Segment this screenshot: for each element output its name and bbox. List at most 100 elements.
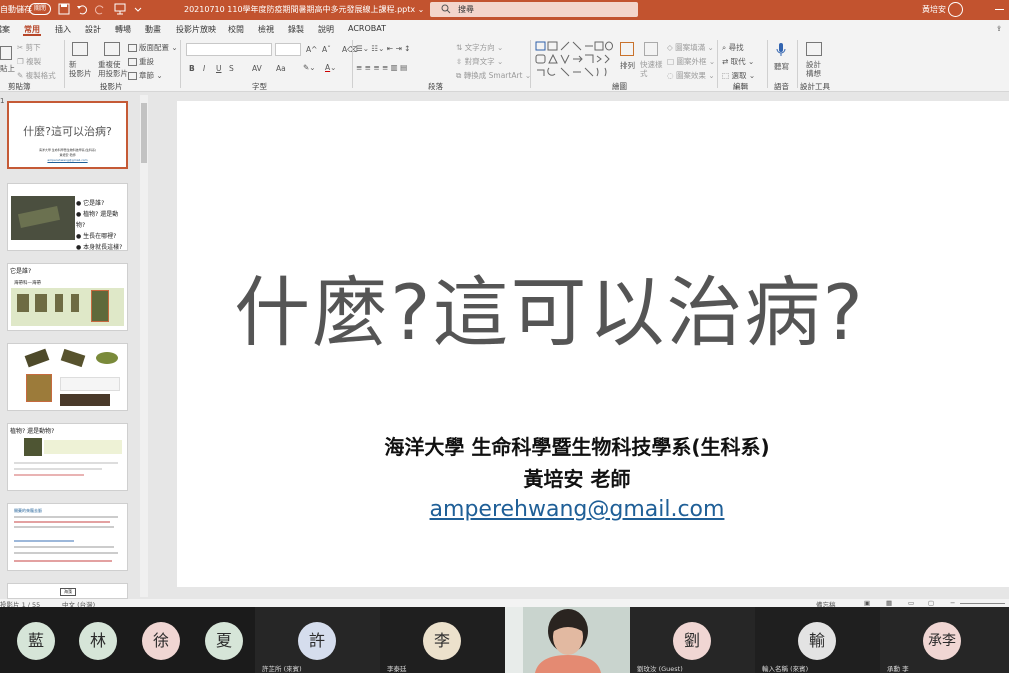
zoom-out-icon[interactable]: − <box>950 599 955 607</box>
slide-thumbnail-1[interactable]: 什麼?這可以治病? 海洋大學 生命科學暨生物科技學系(生科系) 黃培安 老師 a… <box>7 101 128 169</box>
slide-canvas[interactable]: 什麼?這可以治病? 海洋大學 生命科學暨生物科技學系(生科系) 黃培安 老師 a… <box>177 101 1009 587</box>
present-icon[interactable] <box>114 3 126 15</box>
slide-thumbnail-4[interactable] <box>7 343 128 411</box>
find-button[interactable]: ⌕ 尋找 <box>722 42 744 53</box>
group-label-voice: 語音 <box>774 82 789 91</box>
tab-record[interactable]: 錄製 <box>288 24 304 35</box>
shrink-font-icon[interactable]: Aˇ <box>322 45 331 54</box>
participant-avatar[interactable]: 藍 <box>17 622 55 660</box>
tab-help[interactable]: 說明 <box>318 24 334 35</box>
shape-effects-button[interactable]: ◌ 圖案效果 ⌄ <box>667 70 715 81</box>
search-box[interactable]: 搜尋 <box>430 2 638 17</box>
copy-button[interactable]: ❐ 複製 <box>17 56 41 67</box>
slide-number-1: 1 <box>0 97 5 105</box>
reuse-slides-button[interactable]: 重複使 用投影片 <box>98 60 128 78</box>
find-label: 尋找 <box>728 43 744 52</box>
slide-thumbnail-3[interactable]: 它是誰? 海帶科—海帶 <box>7 263 128 331</box>
sorter-view-icon[interactable]: ▦ <box>886 599 892 607</box>
change-case-button[interactable]: Aa <box>276 64 286 73</box>
undo-icon[interactable] <box>76 3 88 15</box>
char-spacing-button[interactable]: AV <box>252 64 262 73</box>
italic-button[interactable]: I <box>203 64 205 73</box>
replace-button[interactable]: ⇄ 取代 ⌄ <box>722 56 754 67</box>
reset-button[interactable]: 重設 <box>128 56 154 67</box>
strikethrough-button[interactable]: S <box>229 64 234 73</box>
smartart-button[interactable]: ⧉ 轉換成 SmartArt ⌄ <box>456 70 531 81</box>
participant-avatar[interactable]: 夏 <box>205 622 243 660</box>
slide-subtitle-line1[interactable]: 海洋大學 生命科學暨生物科技學系(生科系) <box>177 431 977 460</box>
align-text-button[interactable]: ⇳ 對齊文字 ⌄ <box>456 56 503 67</box>
autosave-toggle[interactable]: 關閉 <box>29 3 51 15</box>
dictate-button[interactable]: 聽寫 <box>774 61 789 72</box>
new-slide-button[interactable]: 新 投影片 <box>69 60 92 78</box>
reading-view-icon[interactable]: ▭ <box>908 599 914 607</box>
presenter-video[interactable] <box>505 607 630 673</box>
tab-file[interactable]: 檔案 <box>0 24 10 35</box>
tab-acrobat[interactable]: ACROBAT <box>348 24 386 33</box>
slide-title[interactable]: 什麼?這可以治病? <box>177 251 922 361</box>
participant-avatar[interactable]: 許 <box>298 622 336 660</box>
quick-styles-button[interactable]: 快速樣 式 <box>640 60 663 78</box>
select-button[interactable]: ⬚ 選取 ⌄ <box>722 70 755 81</box>
participant-avatar[interactable]: 徐 <box>142 622 180 660</box>
shapes-gallery[interactable] <box>535 40 613 78</box>
share-icon[interactable]: ⇪ <box>996 24 1002 33</box>
underline-button[interactable]: U <box>216 64 222 73</box>
slide-email-link[interactable]: amperehwang@gmail.com <box>177 497 977 522</box>
slide-subtitle-line2[interactable]: 黃培安 老師 <box>177 463 977 492</box>
user-avatar-icon[interactable] <box>948 2 963 17</box>
minimize-icon[interactable] <box>995 9 1004 10</box>
tab-transitions[interactable]: 轉場 <box>115 24 131 35</box>
arrange-icon[interactable] <box>620 42 636 56</box>
paste-icon[interactable] <box>0 46 14 60</box>
microphone-icon[interactable] <box>776 42 786 60</box>
participant-avatar[interactable]: 李 <box>423 622 461 660</box>
bullets-icon[interactable]: ☰⌄ ☷⌄ ⇤ ⇥ ↕ <box>356 44 410 53</box>
section-button[interactable]: 章節 ⌄ <box>128 70 163 81</box>
document-title[interactable]: 20210710 110學年度防疫期間暑期高中多元發展線上課程.pptx ⌄ <box>184 4 424 15</box>
design-ideas-button[interactable]: 設計 構想 <box>806 60 821 78</box>
paste-button[interactable]: 貼上 <box>0 63 15 74</box>
align-icons[interactable]: ≡ ≡ ≡ ≡ ▥ ▤ <box>356 63 407 72</box>
slide-thumbnail-5[interactable]: 植物? 還是動物? <box>7 423 128 491</box>
cut-button[interactable]: ✂ 剪下 <box>17 42 41 53</box>
font-family-select[interactable] <box>186 43 272 56</box>
tab-design[interactable]: 設計 <box>85 24 101 35</box>
layout-button[interactable]: 版面配置 ⌄ <box>128 42 178 53</box>
participant-avatar[interactable]: 承李 <box>923 622 961 660</box>
participant-avatar[interactable]: 劉 <box>673 622 711 660</box>
tab-animations[interactable]: 動畫 <box>145 24 161 35</box>
normal-view-icon[interactable]: ▣ <box>864 599 870 607</box>
save-icon[interactable] <box>58 3 70 15</box>
highlight-icon[interactable]: ✎⌄ <box>303 63 316 72</box>
shape-outline-button[interactable]: □ 圖案外框 ⌄ <box>667 56 715 67</box>
shape-fill-button[interactable]: ◇ 圖案填滿 ⌄ <box>667 42 714 53</box>
slide-thumbnail-7[interactable]: 海藻 <box>7 583 128 599</box>
user-name[interactable]: 黃培安 <box>922 4 946 15</box>
text-direction-button[interactable]: ⇅ 文字方向 ⌄ <box>456 42 503 53</box>
zoom-slider[interactable] <box>960 603 1005 604</box>
slideshow-view-icon[interactable]: ▢ <box>928 599 934 607</box>
reuse-slides-icon[interactable] <box>104 42 122 56</box>
font-size-select[interactable] <box>275 43 301 56</box>
quick-styles-icon[interactable] <box>644 42 660 56</box>
grow-font-icon[interactable]: A^ <box>306 45 317 54</box>
tab-insert[interactable]: 插入 <box>55 24 71 35</box>
tab-slideshow[interactable]: 投影片放映 <box>176 24 216 35</box>
customize-toolbar-icon[interactable] <box>132 3 144 15</box>
font-color-icon[interactable]: A⌄ <box>325 63 336 72</box>
thumbnail-scrollbar[interactable] <box>140 95 148 597</box>
slide-thumbnail-2[interactable]: ● 它是誰? ● 植物? 還是動物? ● 生長在哪裡? ● 本身就長這樣? <box>7 183 128 251</box>
participant-avatar[interactable]: 輸 <box>798 622 836 660</box>
designer-icon[interactable] <box>806 42 824 56</box>
slide-thumbnail-6[interactable]: 開藥的來龍去脈 <box>7 503 128 571</box>
redo-icon[interactable] <box>94 3 106 15</box>
tab-review[interactable]: 校閱 <box>228 24 244 35</box>
arrange-button[interactable]: 排列 <box>620 60 635 71</box>
bold-button[interactable]: B <box>189 64 195 73</box>
thumb-title: 什麼?這可以治病? <box>23 125 112 138</box>
tab-view[interactable]: 檢視 <box>258 24 274 35</box>
participant-avatar[interactable]: 林 <box>79 622 117 660</box>
new-slide-icon[interactable] <box>72 42 90 56</box>
format-painter-button[interactable]: ✎ 複製格式 <box>17 70 56 81</box>
